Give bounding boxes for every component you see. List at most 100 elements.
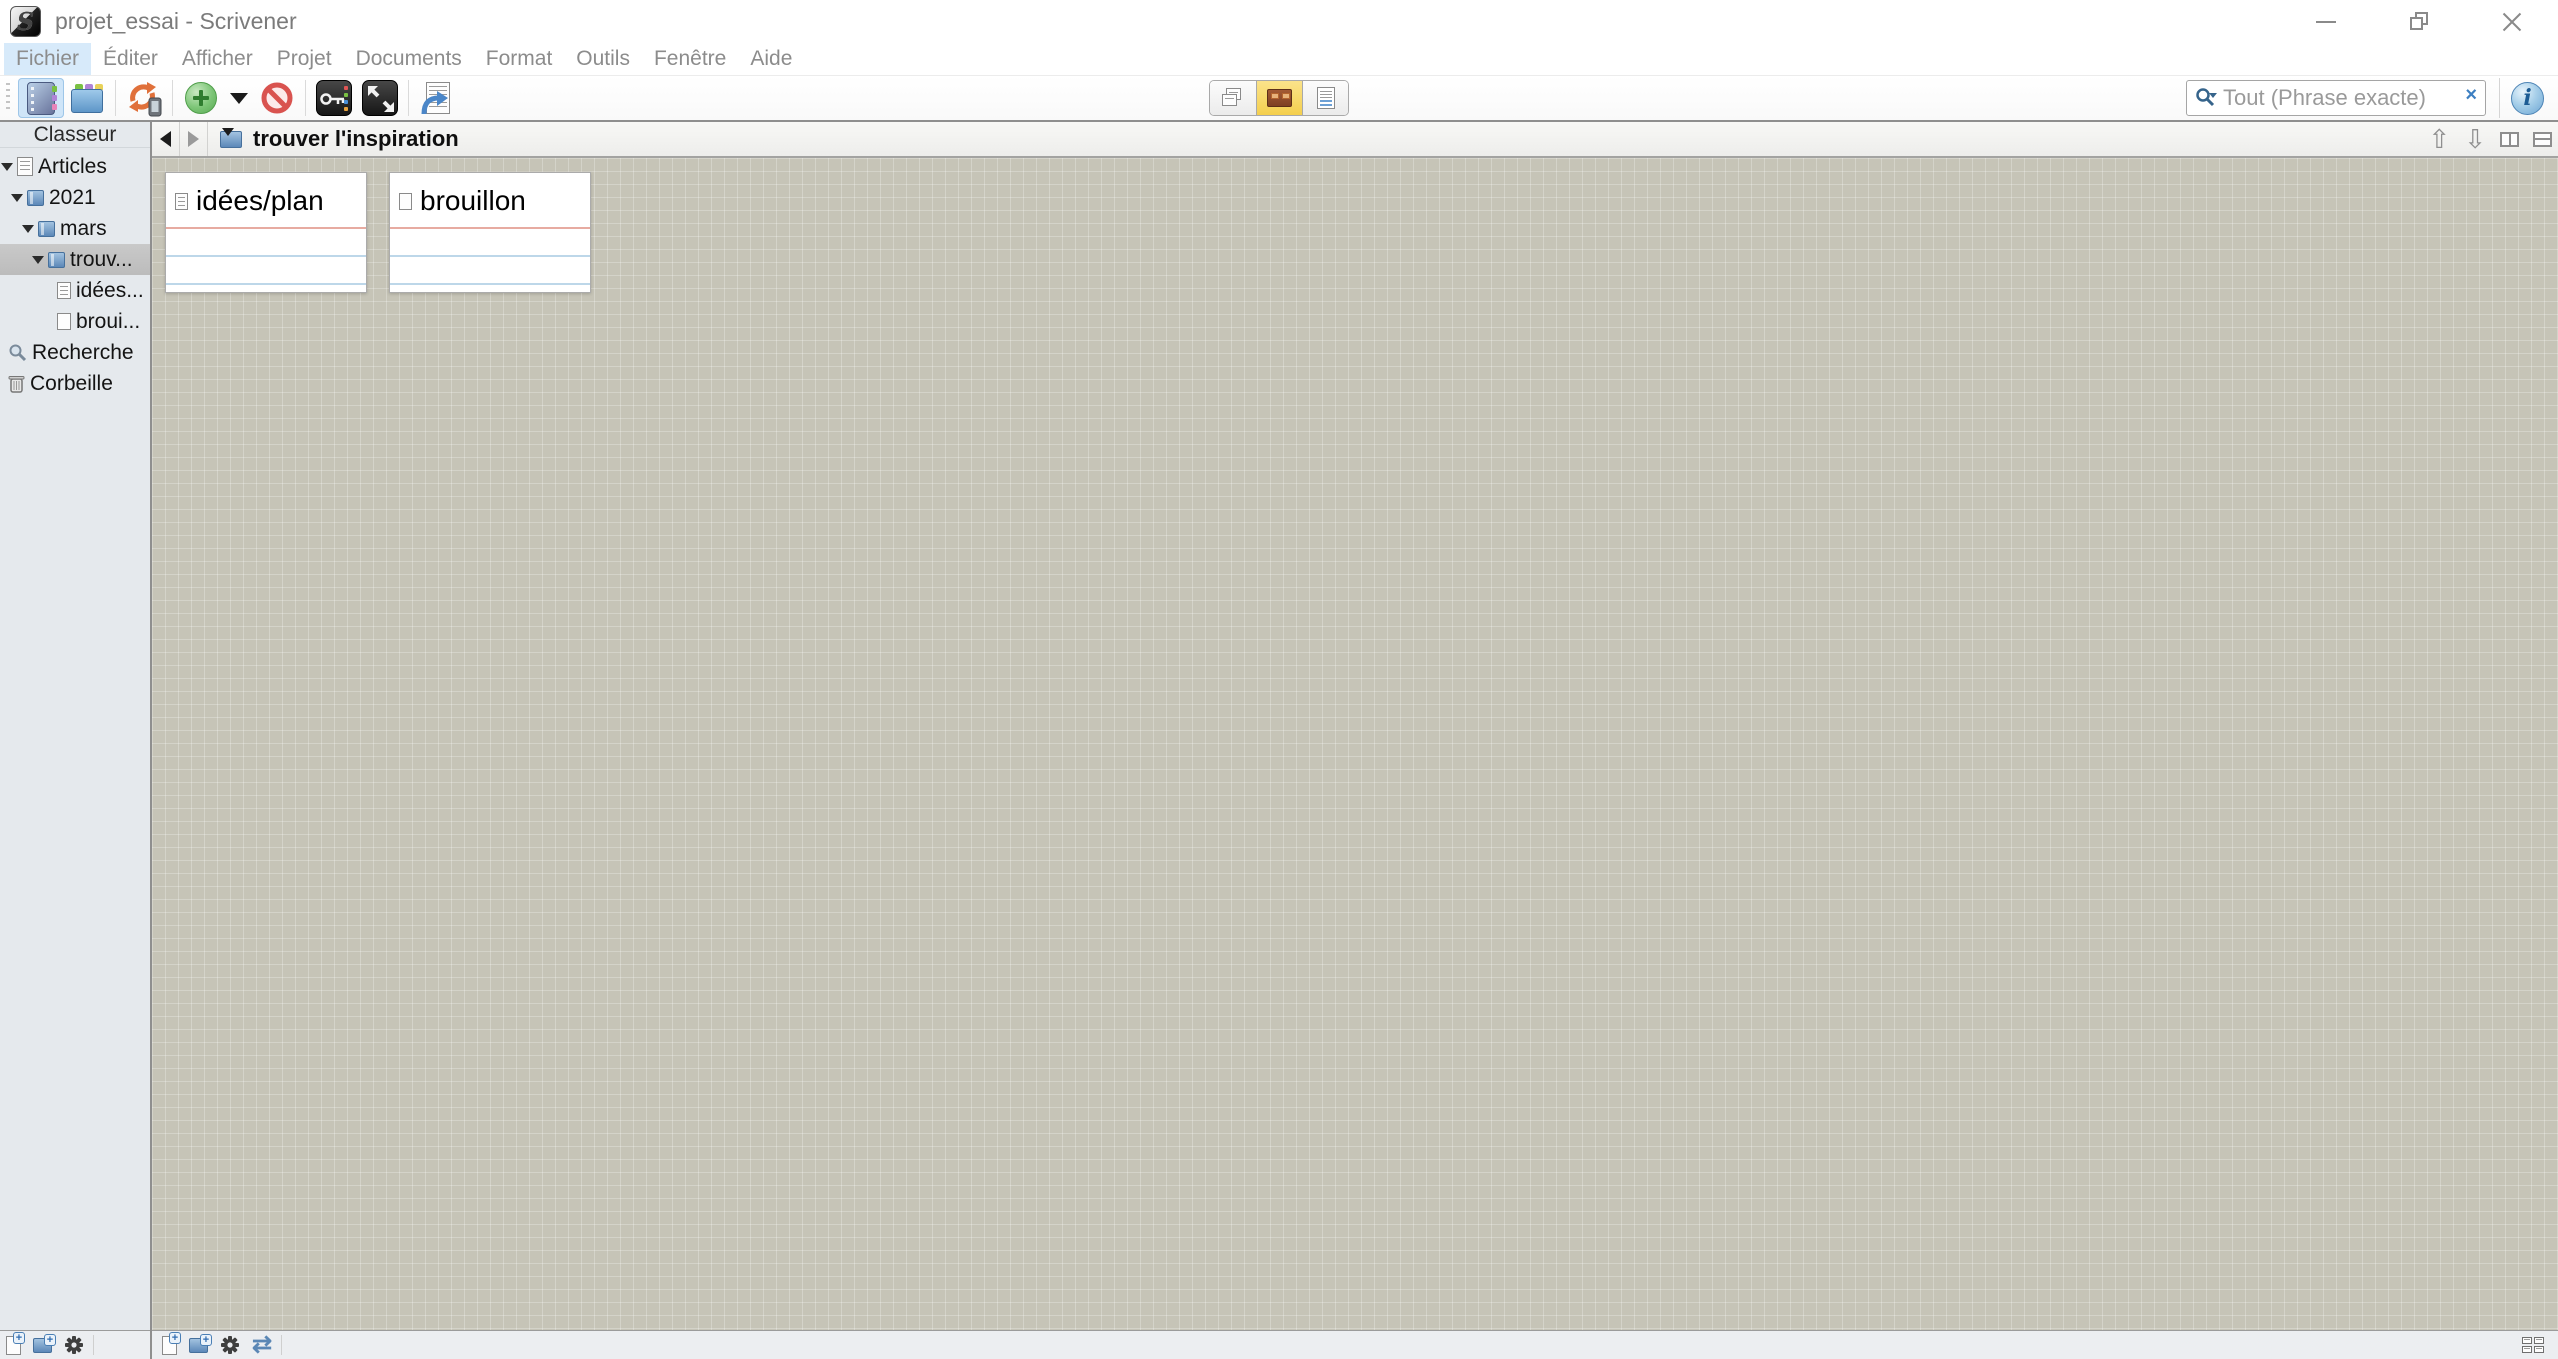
- minimize-button[interactable]: [2279, 0, 2372, 43]
- menu-fichier[interactable]: Fichier: [4, 43, 91, 75]
- gear-icon: [220, 1335, 240, 1355]
- main-area: Classeur Articles 2021 mars: [0, 122, 2558, 1359]
- outliner-view-button[interactable]: [1302, 81, 1348, 115]
- collections-toggle-button[interactable]: [64, 78, 110, 118]
- new-folder-icon: +: [189, 1338, 208, 1353]
- toolbar-separator: [2499, 78, 2500, 118]
- header-folder-icon[interactable]: [220, 131, 242, 148]
- menu-editer[interactable]: Éditer: [91, 43, 170, 75]
- swap-documents-button[interactable]: ⇄: [246, 1331, 278, 1359]
- split-horizontal-button[interactable]: [2533, 132, 2552, 147]
- chevron-down-icon: [230, 93, 248, 104]
- editor-document-title: trouver l'inspiration: [253, 126, 459, 152]
- close-button[interactable]: [2465, 0, 2558, 43]
- remove-item-button[interactable]: [254, 78, 300, 118]
- binder-header: Classeur: [0, 122, 150, 148]
- tree-item-2021[interactable]: 2021: [0, 182, 150, 213]
- prohibition-icon: [260, 81, 294, 115]
- index-card-brouillon[interactable]: brouillon: [389, 172, 591, 293]
- history-back-button[interactable]: [152, 122, 180, 156]
- toolbar-grip-handle[interactable]: [6, 83, 10, 113]
- compose-mode-button[interactable]: [357, 78, 403, 118]
- card-size-button[interactable]: [2516, 1331, 2550, 1359]
- new-document-icon: +: [162, 1336, 177, 1355]
- menu-format[interactable]: Format: [474, 43, 565, 75]
- index-card-idees-plan[interactable]: idées/plan: [165, 172, 367, 293]
- chevron-expanded-icon[interactable]: [22, 225, 34, 233]
- fullscreen-arrows-icon: [362, 80, 398, 116]
- binder-options-button[interactable]: [58, 1331, 90, 1359]
- inspector-info-button[interactable]: i: [2511, 82, 2544, 115]
- tree-item-trouver[interactable]: trouv...: [0, 244, 150, 275]
- history-forward-button[interactable]: [180, 122, 208, 156]
- sync-mobile-button[interactable]: [121, 78, 167, 118]
- new-document-icon: +: [6, 1336, 21, 1355]
- new-folder-button[interactable]: +: [27, 1331, 58, 1359]
- tree-item-idees[interactable]: idées...: [0, 275, 150, 306]
- editor-header-controls: ⇧ ⇩: [2428, 126, 2552, 152]
- footer-separator: [93, 1335, 94, 1355]
- back-arrow-icon: [160, 131, 171, 147]
- tree-item-brouillon[interactable]: broui...: [0, 306, 150, 337]
- tree-item-recherche[interactable]: Recherche: [0, 337, 150, 368]
- view-mode-segmented-control: [1209, 80, 1349, 116]
- previous-document-button[interactable]: ⇧: [2428, 126, 2450, 152]
- menu-documents[interactable]: Documents: [344, 43, 474, 75]
- menu-projet[interactable]: Projet: [265, 43, 344, 75]
- keywords-button[interactable]: [311, 78, 357, 118]
- binder-toggle-button[interactable]: [18, 78, 64, 118]
- corkboard-view-button[interactable]: [1256, 81, 1302, 115]
- sync-arrows-icon: [125, 79, 163, 117]
- card-rule: [390, 227, 590, 229]
- search-results-icon: [8, 343, 27, 362]
- forward-arrow-icon: [188, 131, 199, 147]
- restore-button[interactable]: [2372, 0, 2465, 43]
- new-folder-button[interactable]: +: [183, 1331, 214, 1359]
- card-rule: [390, 283, 590, 285]
- chevron-expanded-icon[interactable]: [11, 194, 23, 202]
- document-view-button[interactable]: [1210, 81, 1256, 115]
- menu-outils[interactable]: Outils: [564, 43, 642, 75]
- corkboard-options-button[interactable]: [214, 1331, 246, 1359]
- project-search-input[interactable]: Tout (Phrase exacte) ×: [2186, 80, 2486, 116]
- toolbar-separator: [408, 80, 409, 116]
- footer-separator: [281, 1335, 282, 1355]
- keywords-key-icon: [316, 80, 352, 116]
- blank-doc-icon: [399, 193, 412, 210]
- new-document-button[interactable]: +: [0, 1331, 27, 1359]
- toolbar-separator: [172, 80, 173, 116]
- toolbar: Tout (Phrase exacte) × i: [0, 75, 2558, 122]
- card-rule: [166, 283, 366, 285]
- compile-export-button[interactable]: [414, 78, 460, 118]
- text-doc-icon: [175, 193, 188, 210]
- window-controls: [2279, 0, 2558, 43]
- add-item-dropdown-button[interactable]: [224, 78, 254, 118]
- toolbar-separator: [305, 80, 306, 116]
- menu-aide[interactable]: Aide: [738, 43, 804, 75]
- editor-header: trouver l'inspiration ⇧ ⇩: [152, 122, 2558, 158]
- binder-tree: Articles 2021 mars trouv...: [0, 148, 150, 1330]
- trash-icon: [8, 374, 25, 393]
- search-clear-button[interactable]: ×: [2465, 85, 2477, 105]
- outliner-view-icon: [1317, 87, 1335, 109]
- menu-fenetre[interactable]: Fenêtre: [642, 43, 738, 75]
- editor-footer: + +: [152, 1330, 2558, 1359]
- add-item-button[interactable]: [178, 78, 224, 118]
- chevron-expanded-icon[interactable]: [32, 256, 44, 264]
- tree-item-articles[interactable]: Articles: [0, 151, 150, 182]
- menu-afficher[interactable]: Afficher: [170, 43, 265, 75]
- gear-icon: [64, 1335, 84, 1355]
- split-vertical-button[interactable]: [2500, 132, 2519, 147]
- new-document-button[interactable]: +: [156, 1331, 183, 1359]
- swap-arrows-icon: ⇄: [252, 1333, 272, 1357]
- binder-icon: [27, 82, 55, 115]
- card-rule: [166, 255, 366, 257]
- tree-item-corbeille[interactable]: Corbeille: [0, 368, 150, 399]
- scrivener-logo-icon: S: [10, 6, 41, 37]
- tree-item-mars[interactable]: mars: [0, 213, 150, 244]
- next-document-button[interactable]: ⇩: [2464, 126, 2486, 152]
- corkboard-view-icon: [1267, 89, 1292, 107]
- chevron-expanded-icon[interactable]: [1, 163, 13, 171]
- corkboard[interactable]: idées/plan brouillon: [152, 158, 2558, 1330]
- toolbar-separator: [115, 80, 116, 116]
